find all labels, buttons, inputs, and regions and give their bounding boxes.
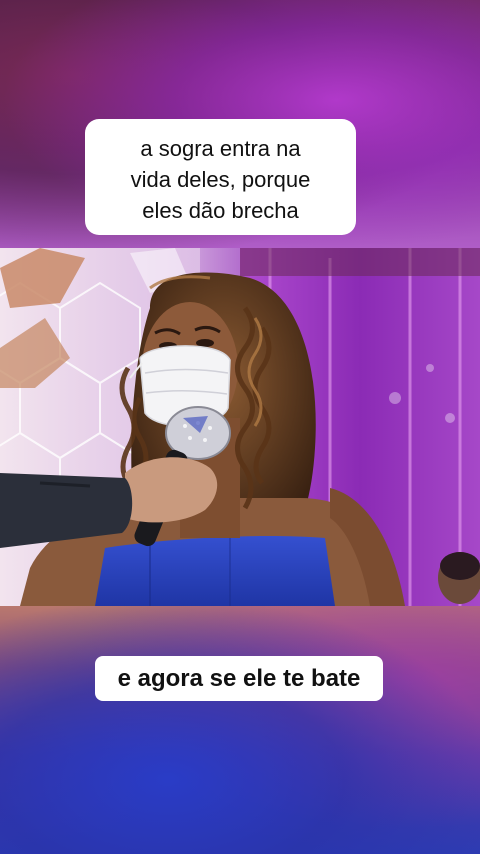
caption-top: a sogra entra na vida deles, porque eles… — [85, 119, 356, 235]
video-scene — [0, 248, 480, 606]
video-frame[interactable] — [0, 248, 480, 606]
caption-top-line-3: eles dão brecha — [142, 198, 299, 223]
caption-top-line-2: vida deles, porque — [130, 167, 311, 192]
blue-dress — [95, 536, 335, 606]
reel-frame: a sogra entra na vida deles, porque eles… — [0, 0, 480, 854]
caption-bottom: e agora se ele te bate — [95, 656, 383, 701]
caption-top-line-1: a sogra entra na — [140, 136, 301, 161]
blurred-background-bottom — [0, 606, 480, 854]
